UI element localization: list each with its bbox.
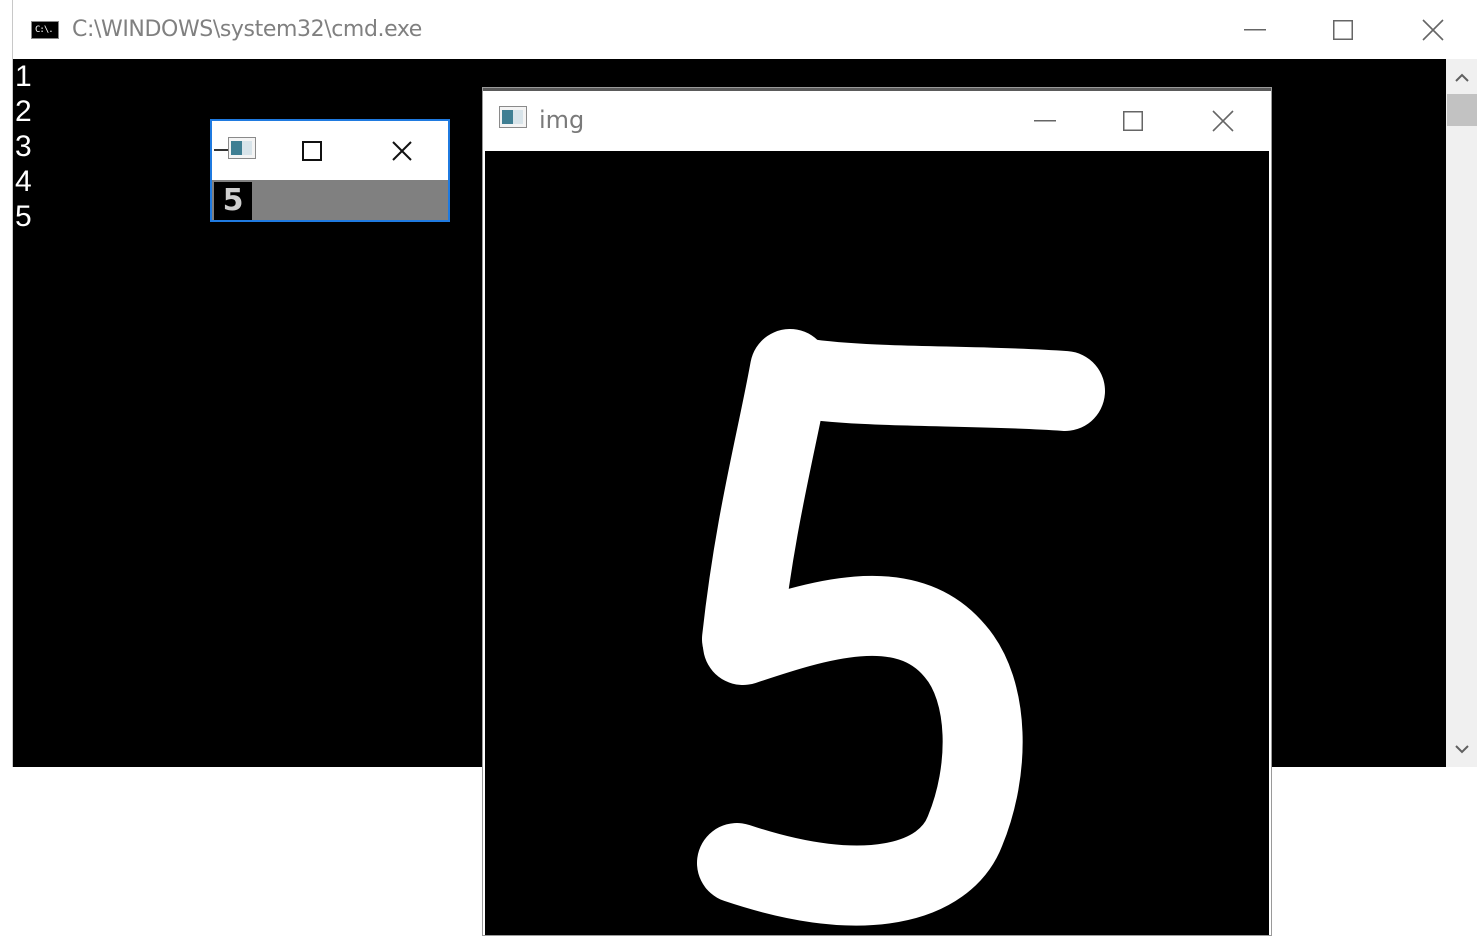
cmd-close-button[interactable] [1403,0,1463,59]
maximize-icon [1333,19,1353,40]
scroll-down-button[interactable] [1446,734,1477,764]
cmd-icon[interactable]: C:\. [31,21,59,39]
minimize-icon [1034,119,1056,121]
minimize-icon [1244,28,1266,30]
img-window-titlebar[interactable]: img [483,88,1271,150]
cmd-minimize-button[interactable] [1225,0,1285,59]
img-maximize-button[interactable] [1103,91,1163,150]
img-window-title: img [539,106,585,134]
scroll-thumb[interactable] [1447,94,1477,126]
chevron-up-icon [1455,73,1469,82]
close-icon [1212,109,1234,132]
cmd-maximize-button[interactable] [1313,0,1373,59]
handwritten-digit-5 [697,329,1105,926]
small-window-titlebar[interactable] [212,121,448,180]
img-window[interactable]: img [482,87,1272,936]
window-app-icon [228,137,256,159]
img-minimize-button[interactable] [1015,91,1075,150]
digit-thumbnail: 5 [214,182,252,220]
small-close-button[interactable] [372,121,432,180]
maximize-icon [302,140,322,161]
maximize-icon [1123,110,1143,131]
console-line: 1 [15,60,32,93]
minimize-icon[interactable] [214,149,228,151]
img-close-button[interactable] [1193,91,1253,150]
close-icon [392,140,412,161]
small-maximize-button[interactable] [282,121,342,180]
small-image-window[interactable]: 5 [210,119,450,222]
cmd-window-title: C:\WINDOWS\system32\cmd.exe [72,17,422,42]
vertical-scrollbar[interactable] [1446,59,1477,767]
cmd-icon-text: C:\. [35,25,54,35]
scroll-up-button[interactable] [1446,63,1477,93]
thumbnail-digit: 5 [222,183,244,218]
window-app-icon [499,106,527,128]
small-window-content: 5 [212,180,448,220]
chevron-down-icon [1455,745,1469,754]
image-canvas [485,151,1269,935]
close-icon [1422,18,1444,41]
cmd-titlebar[interactable]: C:\. C:\WINDOWS\system32\cmd.exe [13,0,1477,59]
